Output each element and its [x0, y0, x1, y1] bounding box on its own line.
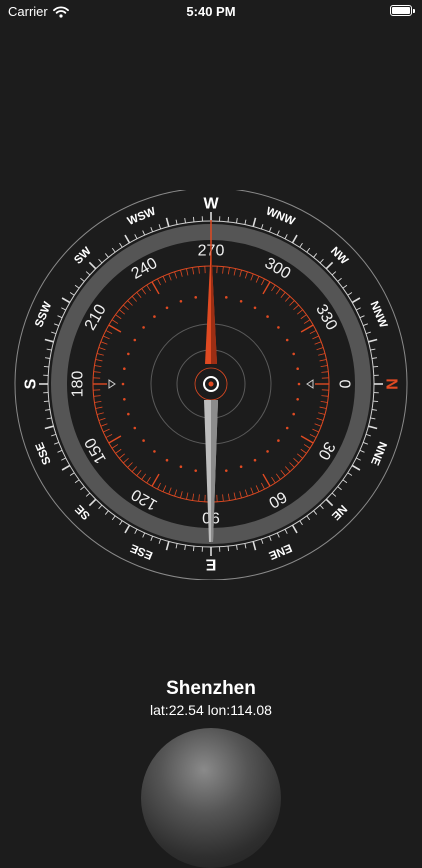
direction-label-nnw: NNW — [367, 300, 389, 330]
degree-label: 0 — [336, 380, 353, 389]
direction-label-s: S — [23, 378, 40, 389]
direction-label-e: E — [205, 556, 216, 573]
direction-label-sse: SSE — [34, 440, 54, 466]
right-marker-icon — [307, 380, 313, 388]
left-marker-icon — [109, 380, 115, 388]
direction-label-wsw: WSW — [126, 206, 158, 228]
direction-label-w: W — [203, 196, 219, 213]
direction-label-ssw: SSW — [33, 300, 54, 329]
degree-label: 180 — [70, 371, 87, 398]
direction-label-ese: ESE — [129, 541, 155, 561]
direction-label-nne: NNE — [368, 440, 389, 467]
status-time: 5:40 PM — [0, 4, 422, 19]
compass-dial[interactable]: 0306090120150180210240270300330NNNENEENE… — [0, 190, 422, 580]
needle-north-shade — [211, 244, 217, 364]
battery-icon — [390, 5, 412, 16]
center-dot — [209, 382, 214, 387]
city-name: Shenzhen — [0, 678, 422, 700]
globe-icon — [141, 728, 281, 868]
direction-label-ene: ENE — [267, 541, 294, 561]
status-bar: Carrier 5:40 PM — [0, 0, 422, 22]
coordinates: lat:22.54 lon:114.08 — [0, 702, 422, 718]
direction-label-wnw: WNW — [264, 205, 296, 228]
direction-label-n: N — [383, 378, 400, 390]
